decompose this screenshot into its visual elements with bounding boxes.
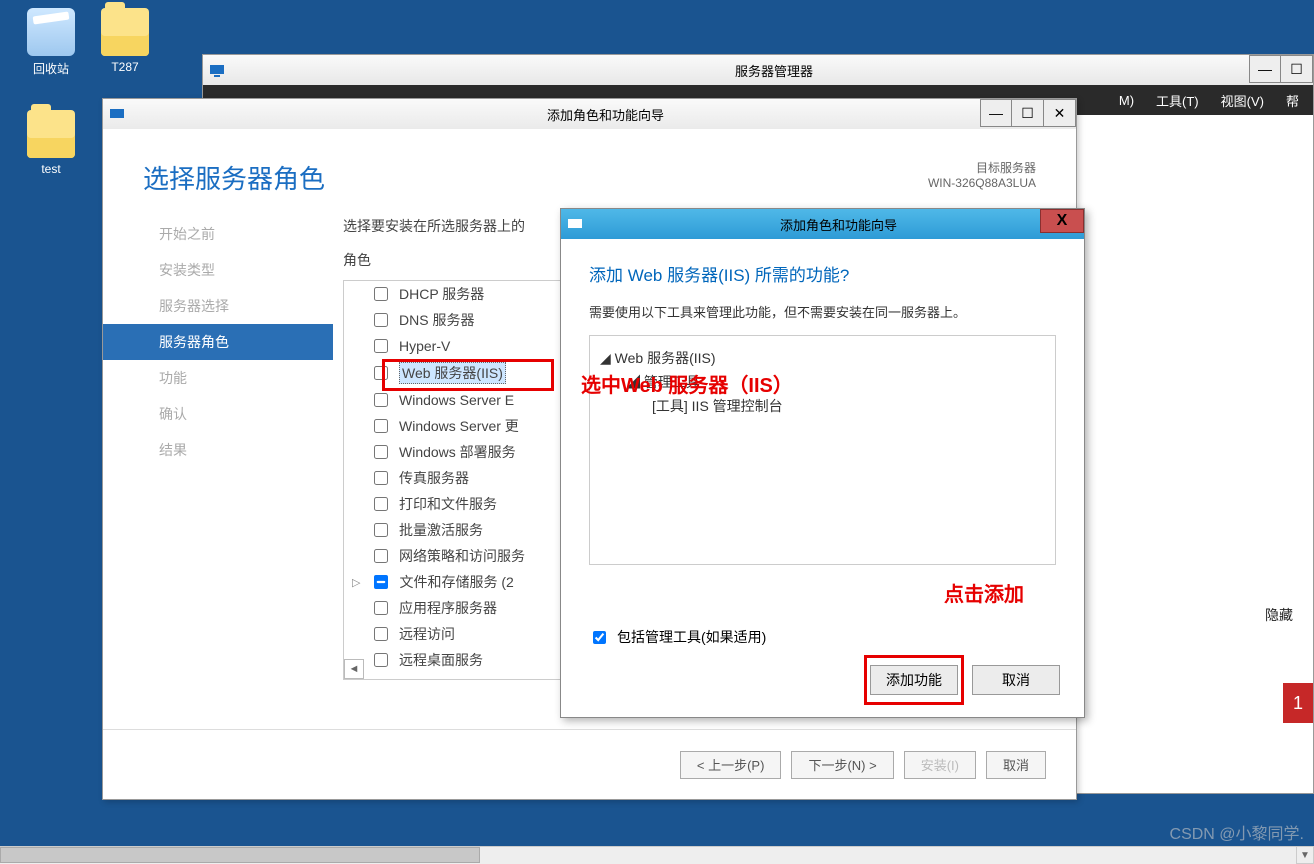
install-button: 安装(I) <box>904 751 976 779</box>
prev-button[interactable]: < 上一步(P) <box>680 751 782 779</box>
wizard-footer: < 上一步(P) 下一步(N) > 安装(I) 取消 <box>103 729 1076 799</box>
role-checkbox[interactable] <box>374 497 388 511</box>
role-label: DNS 服务器 <box>399 310 474 330</box>
role-checkbox[interactable] <box>374 471 388 485</box>
role-checkbox[interactable] <box>374 393 388 407</box>
include-tools-input[interactable] <box>593 631 606 644</box>
popup-icon <box>567 216 587 232</box>
popup-question: 添加 Web 服务器(IIS) 所需的功能? <box>589 261 1056 286</box>
role-checkbox[interactable] <box>374 523 388 537</box>
role-checkbox[interactable] <box>374 366 388 380</box>
wizard-nav-item[interactable]: 安装类型 <box>103 252 333 288</box>
role-checkbox[interactable] <box>374 575 388 589</box>
role-label: Windows 部署服务 <box>399 442 516 462</box>
role-label: Web 服务器(IIS) <box>399 362 506 384</box>
role-checkbox[interactable] <box>374 445 388 459</box>
wizard-icon <box>109 106 129 122</box>
wizard-title: 添加角色和功能向导 <box>135 105 1076 124</box>
wizard-titlebar[interactable]: 添加角色和功能向导 — ☐ ✕ <box>103 99 1076 129</box>
role-label: 批量激活服务 <box>399 520 483 540</box>
menu-tools[interactable]: 工具(T) <box>1156 91 1199 110</box>
cancel-button[interactable]: 取消 <box>986 751 1046 779</box>
wizard-nav-item[interactable]: 结果 <box>103 432 333 468</box>
recycle-bin-label: 回收站 <box>16 60 86 77</box>
target-server-value: WIN-326Q88A3LUA <box>928 176 1036 190</box>
wizard-nav-item[interactable]: 服务器角色 <box>103 324 333 360</box>
wizard-header: 选择服务器角色 目标服务器 WIN-326Q88A3LUA <box>103 129 1076 206</box>
wizard-nav-item[interactable]: 确认 <box>103 396 333 432</box>
role-label: Windows Server E <box>399 392 514 408</box>
wizard-heading: 选择服务器角色 <box>143 159 325 196</box>
folder-test-label: test <box>16 162 86 176</box>
role-checkbox[interactable] <box>374 419 388 433</box>
minimize-button[interactable]: — <box>1249 55 1281 83</box>
role-checkbox[interactable] <box>374 313 388 327</box>
role-label: DHCP 服务器 <box>399 284 484 304</box>
role-label: 打印和文件服务 <box>399 494 497 514</box>
role-label: 远程桌面服务 <box>399 650 483 670</box>
popup-cancel-button[interactable]: 取消 <box>972 665 1060 695</box>
role-label: 远程访问 <box>399 624 455 644</box>
wizard-nav: 开始之前安装类型服务器选择服务器角色功能确认结果 <box>103 206 333 706</box>
wizard-maximize-button[interactable]: ☐ <box>1012 99 1044 127</box>
wizard-nav-item[interactable]: 服务器选择 <box>103 288 333 324</box>
recycle-bin[interactable]: 回收站 <box>16 8 86 77</box>
scroll-down-button[interactable]: ▼ <box>1296 846 1314 864</box>
tree-leaf: [工具] IIS 管理控制台 <box>600 394 1045 418</box>
folder-test[interactable]: test <box>16 110 86 176</box>
role-checkbox[interactable] <box>374 653 388 667</box>
tree-child[interactable]: ◢ 管理工具 <box>600 370 1045 394</box>
wizard-nav-item[interactable]: 功能 <box>103 360 333 396</box>
include-tools-label: 包括管理工具(如果适用) <box>617 627 766 647</box>
include-tools-checkbox[interactable]: 包括管理工具(如果适用) <box>589 627 766 647</box>
recycle-bin-icon <box>27 8 75 56</box>
menu-help[interactable]: 帮 <box>1286 91 1299 110</box>
menu-m[interactable]: M) <box>1119 93 1134 108</box>
role-checkbox[interactable] <box>374 627 388 641</box>
role-checkbox[interactable] <box>374 601 388 615</box>
folder-t287[interactable]: T287 <box>90 8 160 74</box>
popup-title: 添加角色和功能向导 <box>593 215 1084 234</box>
popup-close-button[interactable]: X <box>1040 209 1084 233</box>
popup-description: 需要使用以下工具来管理此功能，但不需要安装在同一服务器上。 <box>589 302 1056 321</box>
menu-view[interactable]: 视图(V) <box>1221 91 1264 110</box>
tree-root[interactable]: ◢ Web 服务器(IIS) <box>600 346 1045 370</box>
role-label: 应用程序服务器 <box>399 598 497 618</box>
alert-badge[interactable]: 1 <box>1283 683 1313 723</box>
folder-icon <box>27 110 75 158</box>
add-features-button[interactable]: 添加功能 <box>870 665 958 695</box>
folder-t287-label: T287 <box>90 60 160 74</box>
popup-titlebar[interactable]: 添加角色和功能向导 X <box>561 209 1084 239</box>
scroll-left-button[interactable]: ◄ <box>344 659 364 679</box>
role-checkbox[interactable] <box>374 339 388 353</box>
wizard-minimize-button[interactable]: — <box>980 99 1012 127</box>
annotation-click-add: 点击添加 <box>944 578 1024 607</box>
target-server-label: 目标服务器 <box>928 159 1036 176</box>
role-label: 网络策略和访问服务 <box>399 546 525 566</box>
server-manager-title: 服务器管理器 <box>235 61 1313 80</box>
role-label: 文件和存储服务 (2 <box>399 572 513 592</box>
folder-icon <box>101 8 149 56</box>
feature-tree[interactable]: ◢ Web 服务器(IIS) ◢ 管理工具 [工具] IIS 管理控制台 <box>589 335 1056 565</box>
hide-link[interactable]: 隐藏 <box>1265 605 1293 625</box>
role-label: Windows Server 更 <box>399 416 519 436</box>
role-checkbox[interactable] <box>374 287 388 301</box>
role-label: 传真服务器 <box>399 468 469 488</box>
server-manager-titlebar[interactable]: 服务器管理器 — ☐ <box>203 55 1313 85</box>
watermark: CSDN @小黎同学. <box>1170 820 1304 844</box>
wizard-close-button[interactable]: ✕ <box>1044 99 1076 127</box>
maximize-button[interactable]: ☐ <box>1281 55 1313 83</box>
wizard-nav-item[interactable]: 开始之前 <box>103 216 333 252</box>
role-checkbox[interactable] <box>374 549 388 563</box>
server-manager-icon <box>209 62 229 78</box>
next-button[interactable]: 下一步(N) > <box>791 751 893 779</box>
add-features-popup: 添加角色和功能向导 X 添加 Web 服务器(IIS) 所需的功能? 需要使用以… <box>560 208 1085 718</box>
scrollbar-thumb[interactable] <box>0 847 480 863</box>
horizontal-scrollbar[interactable] <box>0 846 1296 864</box>
role-label: Hyper-V <box>399 338 450 354</box>
